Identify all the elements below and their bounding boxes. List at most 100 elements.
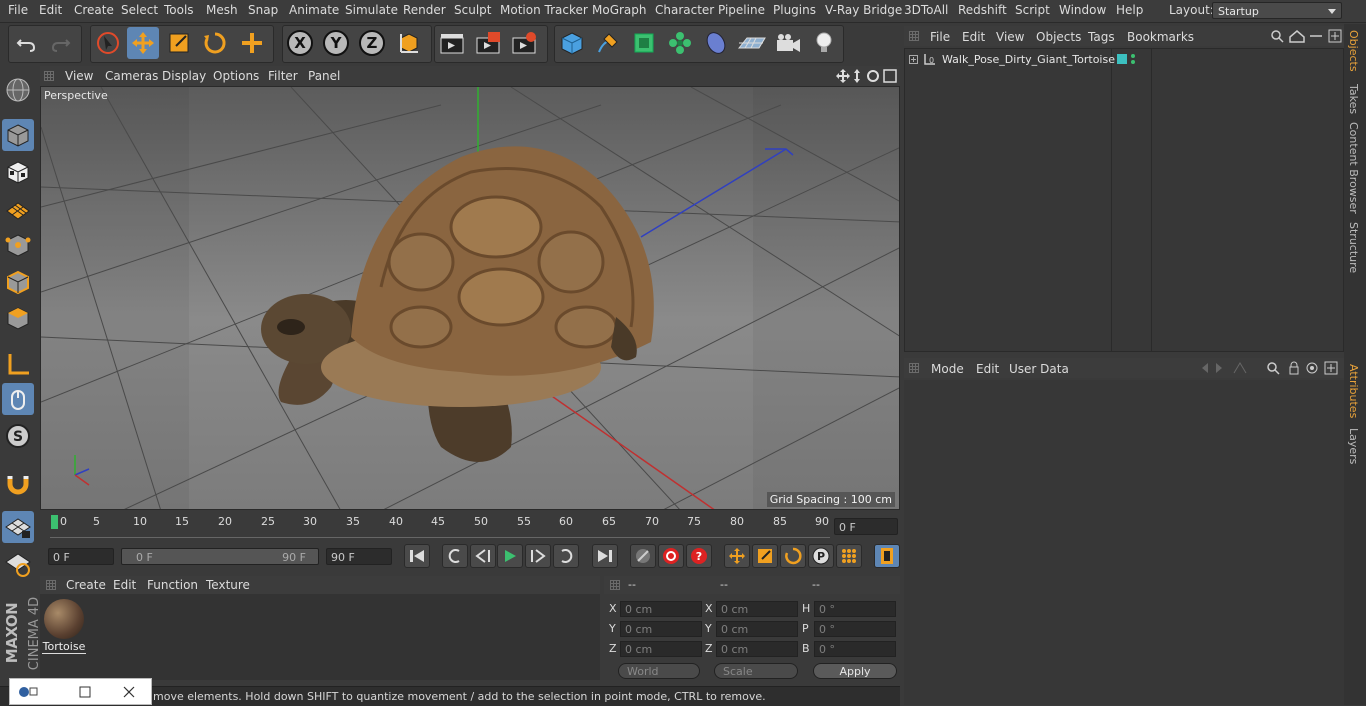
viewport-nav-icons[interactable] [836, 68, 898, 84]
attribute-menu-mode[interactable]: Mode [931, 362, 964, 376]
menu-render[interactable]: Render [403, 3, 446, 17]
next-frame-button[interactable] [525, 544, 551, 568]
key-help-button[interactable]: ? [686, 544, 712, 568]
tab-takes[interactable]: Takes [1347, 84, 1360, 114]
texture-mode-button[interactable] [2, 156, 34, 188]
menu-edit[interactable]: Edit [39, 3, 62, 17]
make-editable-button[interactable] [2, 74, 34, 106]
rotation-h-field[interactable]: 0 ° [814, 601, 896, 617]
material-menu-function[interactable]: Function [147, 578, 198, 592]
menu-create[interactable]: Create [74, 3, 114, 17]
object-menu-objects[interactable]: Objects [1036, 30, 1081, 44]
attribute-menu-edit[interactable]: Edit [976, 362, 999, 376]
close-icon[interactable] [122, 685, 136, 699]
polygons-mode-button[interactable] [2, 302, 34, 334]
app-restore-icon[interactable] [18, 685, 40, 699]
menu-mesh[interactable]: Mesh [206, 3, 238, 17]
menu-3dtoall[interactable]: 3DToAll [904, 3, 948, 17]
tab-layers[interactable]: Layers [1347, 428, 1360, 464]
layout-select[interactable]: Startup [1212, 2, 1342, 19]
record-keys-button[interactable] [658, 544, 684, 568]
position-x-field[interactable]: 0 cm [620, 601, 702, 617]
panel-grip-icon[interactable] [909, 31, 919, 41]
viewport-menu-panel[interactable]: Panel [308, 69, 340, 83]
material-menu-create[interactable]: Create [66, 578, 106, 592]
menu-plugins[interactable]: Plugins [773, 3, 816, 17]
preview-range-slider[interactable]: 0 F 90 F [121, 548, 319, 565]
viewport-camera-label[interactable]: Perspective [44, 89, 108, 102]
object-manager-nav-icons[interactable] [1270, 29, 1344, 43]
layer-color-swatch[interactable] [1117, 54, 1127, 64]
menu-tools[interactable]: Tools [164, 3, 194, 17]
apply-button[interactable]: Apply [813, 663, 897, 679]
menu-pipeline[interactable]: Pipeline [718, 3, 765, 17]
workplane-mode-button[interactable] [2, 192, 34, 224]
position-z-field[interactable]: 0 cm [620, 641, 702, 657]
viewport-menu-cameras[interactable]: Cameras [105, 69, 158, 83]
key-position-button[interactable] [724, 544, 750, 568]
x-axis-lock-button[interactable]: X [284, 27, 316, 59]
menu-window[interactable]: Window [1059, 3, 1106, 17]
menu-sculpt[interactable]: Sculpt [454, 3, 491, 17]
size-y-field[interactable]: 0 cm [716, 621, 798, 637]
go-to-end-button[interactable] [592, 544, 618, 568]
size-x-field[interactable]: 0 cm [716, 601, 798, 617]
tree-item-tortoise[interactable]: 0 Walk_Pose_Dirty_Giant_Tortoise [905, 51, 1343, 69]
coordinate-mode-select[interactable]: World [618, 663, 700, 679]
points-mode-button[interactable] [2, 229, 34, 261]
render-settings-button[interactable] [508, 27, 540, 59]
playhead[interactable] [51, 515, 58, 529]
solo-mode-button[interactable]: S [2, 420, 34, 452]
material-menu-texture[interactable]: Texture [206, 578, 250, 592]
timeline-ruler[interactable]: 0 5 10 15 20 25 30 35 40 45 50 55 60 65 … [40, 512, 900, 540]
object-menu-view[interactable]: View [996, 30, 1024, 44]
rotation-p-field[interactable]: 0 ° [814, 621, 896, 637]
enable-snap-button[interactable] [2, 467, 34, 499]
tab-structure[interactable]: Structure [1347, 222, 1360, 273]
panel-grip-icon[interactable] [909, 363, 919, 373]
live-selection-button[interactable] [92, 27, 124, 59]
key-pla-button[interactable] [836, 544, 862, 568]
autokey-button[interactable] [630, 544, 656, 568]
menu-file[interactable]: File [8, 3, 28, 17]
axis-mode-button[interactable] [2, 348, 34, 380]
panel-grip-icon[interactable] [610, 580, 620, 590]
spline-pen-button[interactable] [592, 27, 624, 59]
maximize-icon[interactable] [78, 685, 92, 699]
rotation-b-field[interactable]: 0 ° [814, 641, 896, 657]
size-z-field[interactable]: 0 cm [716, 641, 798, 657]
deformer-button[interactable] [700, 27, 732, 59]
recent-tools-button[interactable] [236, 27, 268, 59]
previous-key-button[interactable] [442, 544, 468, 568]
current-frame-field[interactable]: 0 F [834, 518, 898, 535]
material-menu-edit[interactable]: Edit [113, 578, 136, 592]
object-menu-file[interactable]: File [930, 30, 950, 44]
tab-objects[interactable]: Objects [1347, 30, 1360, 72]
menu-mograph[interactable]: MoGraph [592, 3, 647, 17]
workplane-lock-button[interactable] [2, 511, 34, 543]
menu-select[interactable]: Select [121, 3, 158, 17]
object-menu-edit[interactable]: Edit [962, 30, 985, 44]
go-to-start-button[interactable] [404, 544, 430, 568]
visible-render-dot[interactable] [1131, 60, 1135, 64]
render-view-button[interactable] [436, 27, 468, 59]
tweak-mode-button[interactable] [2, 383, 34, 415]
object-menu-tags[interactable]: Tags [1088, 30, 1115, 44]
viewport-menu-view[interactable]: View [65, 69, 93, 83]
preview-end-field[interactable]: 90 F [326, 548, 392, 565]
key-rotation-button[interactable] [780, 544, 806, 568]
key-scale-button[interactable] [752, 544, 778, 568]
tab-content-browser[interactable]: Content Browser [1347, 122, 1360, 214]
menu-redshift[interactable]: Redshift [958, 3, 1007, 17]
panel-grip-icon[interactable] [44, 71, 54, 81]
menu-motion-tracker[interactable]: Motion Tracker [500, 3, 588, 17]
viewport-menu-filter[interactable]: Filter [268, 69, 298, 83]
camera-object-button[interactable] [772, 27, 804, 59]
key-parameter-button[interactable]: P [808, 544, 834, 568]
material-swatch[interactable]: Tortoise [42, 598, 86, 656]
menu-script[interactable]: Script [1015, 3, 1050, 17]
menu-help[interactable]: Help [1116, 3, 1143, 17]
preview-start-field[interactable]: 0 F [48, 548, 114, 565]
floor-object-button[interactable] [736, 27, 768, 59]
expand-icon[interactable] [909, 55, 918, 64]
